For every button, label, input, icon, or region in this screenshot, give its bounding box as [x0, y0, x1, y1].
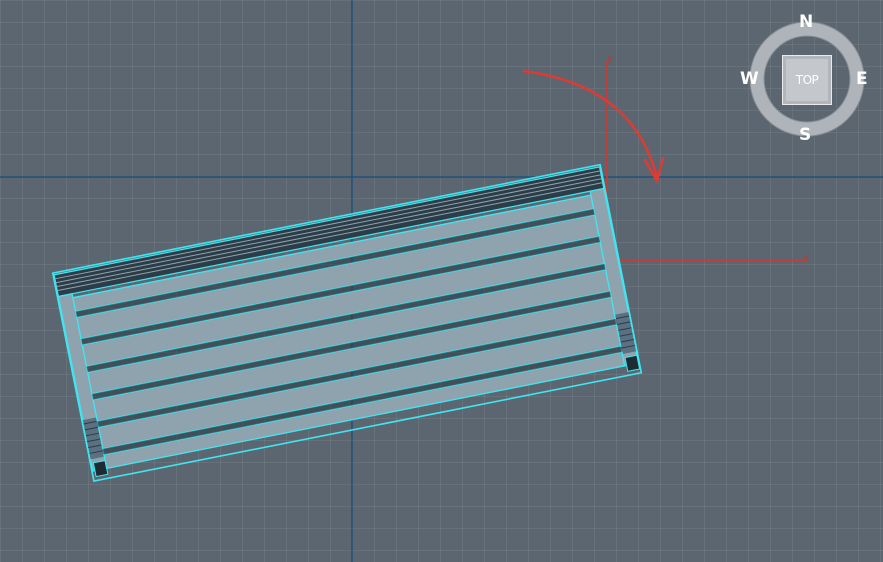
ucs-y-label: y	[607, 53, 613, 64]
compass-west-label[interactable]: W	[740, 69, 759, 89]
bench-object[interactable]	[51, 163, 643, 483]
compass-east-label[interactable]: E	[856, 69, 868, 89]
rotate-arrow-icon	[522, 69, 665, 185]
view-cube-top-face[interactable]: TOP	[782, 55, 832, 105]
ucs-x-label: x	[803, 253, 809, 264]
compass-south-label[interactable]: S	[799, 125, 811, 145]
compass-north-label[interactable]: N	[799, 12, 813, 32]
ucs-icon	[603, 62, 808, 264]
